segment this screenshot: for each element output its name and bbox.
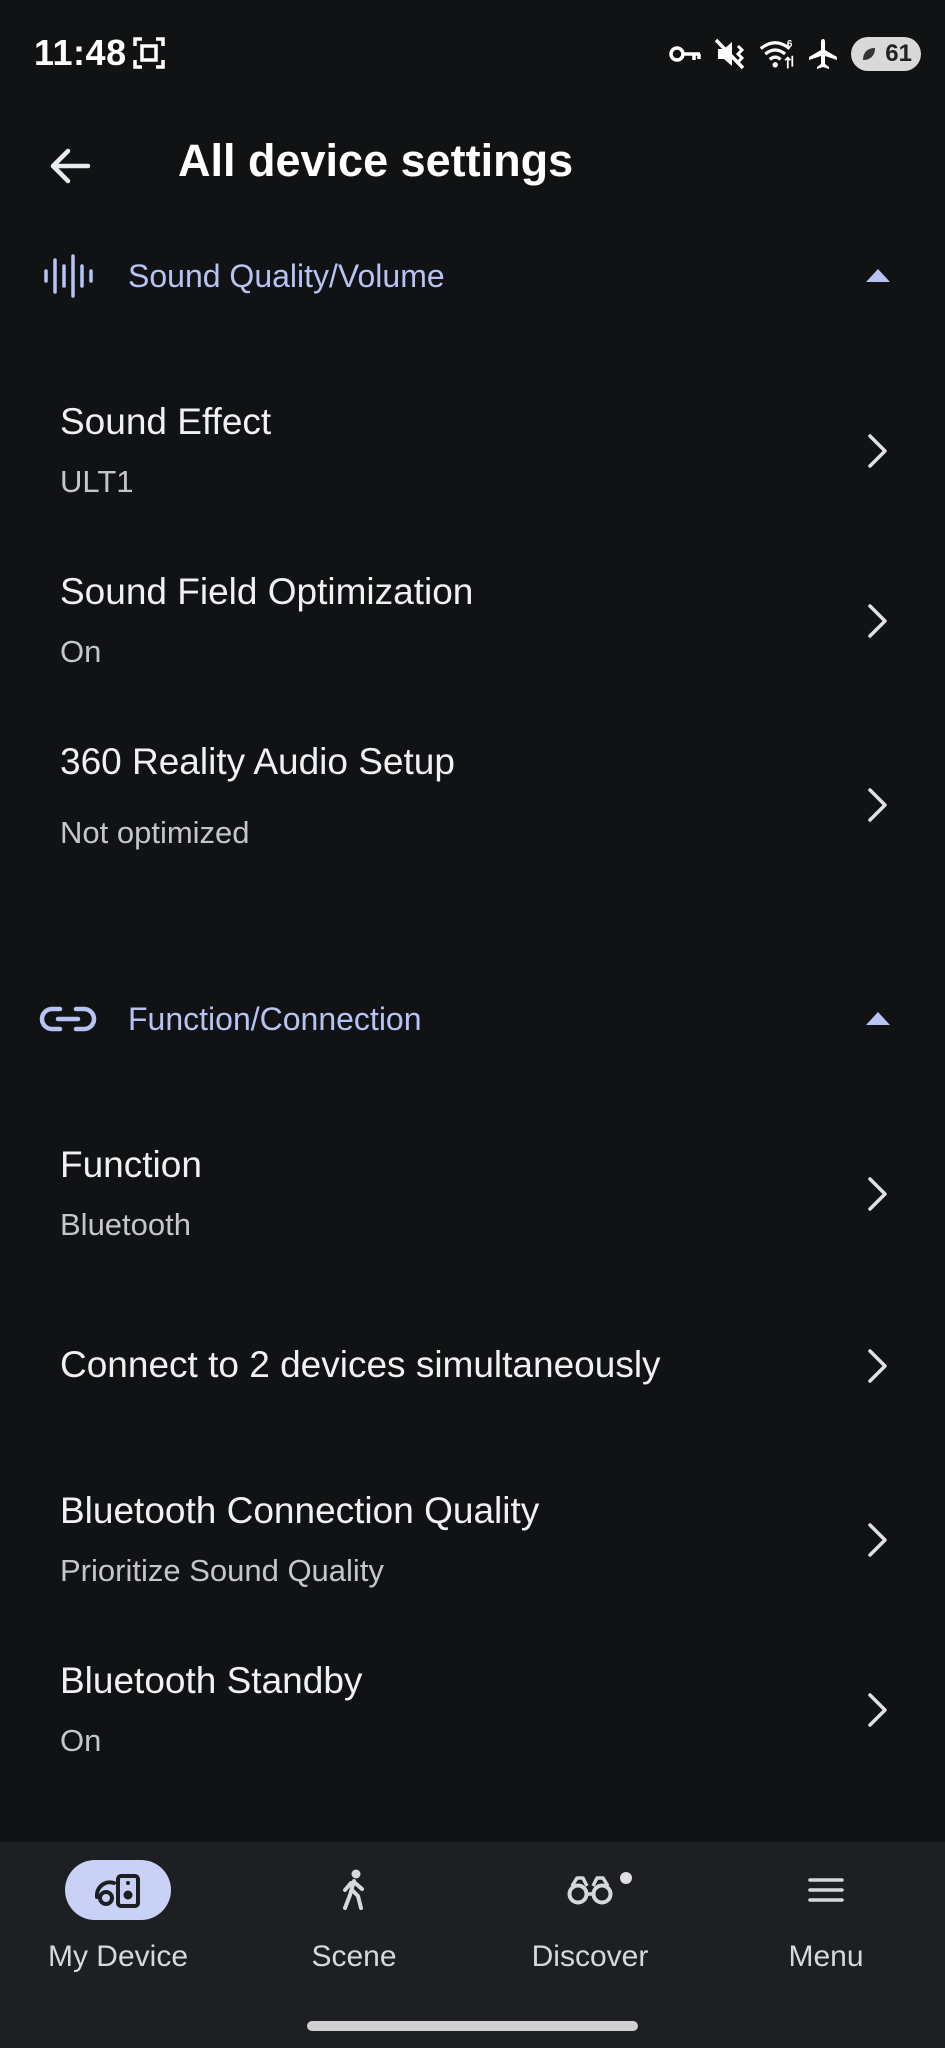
- notification-dot: [620, 1872, 632, 1884]
- home-indicator[interactable]: [307, 2021, 638, 2031]
- chevron-right-icon: [868, 1523, 887, 1557]
- nav-label: Scene: [311, 1940, 397, 1973]
- svg-text:6: 6: [787, 39, 793, 50]
- setting-sound-field-optimization[interactable]: Sound Field Optimization On: [0, 555, 945, 685]
- nav-discover[interactable]: Discover: [472, 1842, 708, 2012]
- chevron-right-icon: [868, 1349, 887, 1383]
- setting-title: Bluetooth Connection Quality: [60, 1490, 540, 1531]
- nav-label: Discover: [531, 1940, 649, 1973]
- vpn-key-icon: [669, 46, 701, 62]
- collapse-triangle-icon[interactable]: [863, 264, 893, 286]
- setting-title: Bluetooth Standby: [60, 1660, 363, 1701]
- status-time: 11:48: [34, 32, 127, 73]
- sound-wave-icon: [44, 254, 93, 298]
- section-title: Sound Quality/Volume: [128, 258, 445, 294]
- setting-function[interactable]: Function Bluetooth: [0, 1128, 945, 1258]
- battery-icon: 61: [851, 37, 921, 71]
- chevron-right-icon: [868, 1693, 887, 1727]
- setting-sound-effect[interactable]: Sound Effect ULT1: [0, 385, 945, 515]
- setting-value: On: [60, 634, 102, 669]
- chevron-right-icon: [868, 604, 887, 638]
- page-title: All device settings: [178, 135, 574, 186]
- section-title: Function/Connection: [128, 1001, 422, 1037]
- section-header-sound-quality[interactable]: Sound Quality/Volume: [0, 236, 945, 316]
- nav-label: My Device: [47, 1940, 189, 1973]
- nav-icon-container: [537, 1860, 643, 1920]
- setting-value: Not optimized: [60, 815, 250, 850]
- hamburger-menu-icon: [808, 1878, 844, 1902]
- collapse-triangle-icon[interactable]: [863, 1007, 893, 1029]
- nav-icon-container: [301, 1860, 407, 1920]
- setting-connect-2-devices[interactable]: Connect to 2 devices simultaneously: [0, 1300, 945, 1430]
- status-bar: 11:48 6 61: [0, 0, 945, 108]
- screen: 11:48 6 61 All device settings Sound Qua…: [0, 0, 945, 2048]
- setting-title: Sound Field Optimization: [60, 571, 474, 612]
- link-icon: [39, 1006, 97, 1032]
- battery-saver-leaf-icon: [863, 48, 875, 60]
- battery-level: 61: [885, 40, 912, 67]
- nav-menu[interactable]: Menu: [708, 1842, 944, 2012]
- nav-scene[interactable]: Scene: [236, 1842, 472, 2012]
- setting-title: Function: [60, 1144, 202, 1185]
- wifi-6-icon: 6: [759, 39, 794, 69]
- setting-bluetooth-connection-quality[interactable]: Bluetooth Connection Quality Prioritize …: [0, 1474, 945, 1604]
- bottom-navigation: My Device Scene Discover Menu: [0, 1842, 945, 2048]
- nav-my-device[interactable]: My Device: [0, 1842, 236, 2012]
- walking-person-icon: [343, 1869, 364, 1910]
- chevron-right-icon: [868, 1177, 887, 1211]
- section-header-function-connection[interactable]: Function/Connection: [0, 979, 945, 1059]
- back-button[interactable]: [40, 136, 100, 196]
- setting-value: ULT1: [60, 464, 134, 499]
- speaker-device-icon: [94, 1874, 140, 1908]
- setting-title: Connect to 2 devices simultaneously: [60, 1344, 661, 1385]
- setting-value: Bluetooth: [60, 1207, 191, 1242]
- setting-title: 360 Reality Audio Setup: [60, 741, 455, 782]
- mute-vibrate-icon: [714, 38, 745, 70]
- arrow-left-icon: [50, 148, 91, 184]
- app-header: All device settings: [0, 108, 945, 218]
- setting-value: On: [60, 1723, 102, 1758]
- setting-360-reality-audio-setup[interactable]: 360 Reality Audio Setup Not optimized: [0, 725, 945, 865]
- nav-active-indicator: [65, 1860, 171, 1920]
- setting-value: Prioritize Sound Quality: [60, 1553, 384, 1588]
- nav-label: Menu: [788, 1940, 864, 1973]
- chevron-right-icon: [868, 788, 887, 822]
- screenshot-icon: [133, 37, 165, 69]
- status-icons: 6 61: [667, 34, 921, 74]
- setting-bluetooth-standby[interactable]: Bluetooth Standby On: [0, 1644, 945, 1774]
- nav-icon-container: [773, 1860, 879, 1920]
- chevron-right-icon: [868, 434, 887, 468]
- airplane-icon: [809, 39, 837, 69]
- setting-title: Sound Effect: [60, 401, 272, 442]
- binoculars-icon: [567, 1876, 613, 1905]
